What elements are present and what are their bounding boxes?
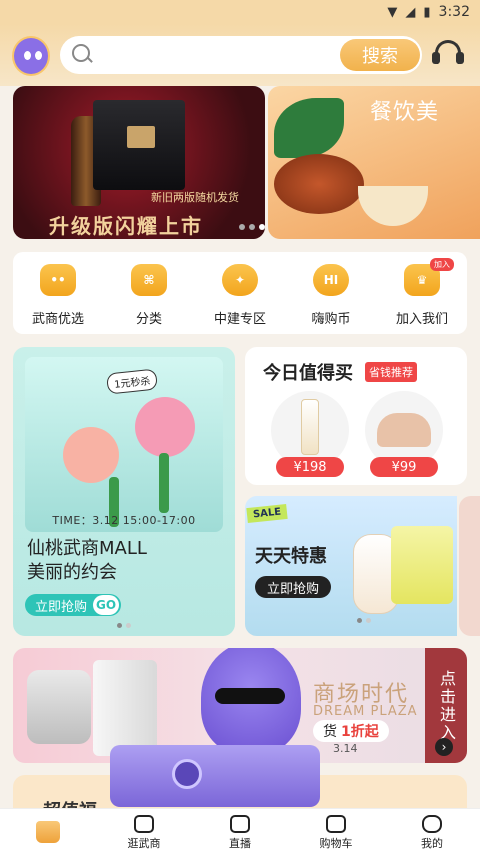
new-badge: 加入 — [430, 258, 454, 271]
signal-icon: ◢ — [405, 4, 416, 20]
kettle-image — [93, 660, 157, 756]
event-date: 3.14 — [333, 742, 358, 755]
category-nav: •• 武商优选 ⌘ 分类 ✦ 中建专区 HI 嗨购币 ♛ 加入 加入我们 — [13, 252, 467, 334]
card-pagination — [117, 623, 131, 628]
go-badge: GO — [93, 595, 120, 615]
coin-bag-icon: HI — [313, 264, 349, 296]
sale-time: TIME：3.12 15:00-17:00 — [52, 514, 196, 527]
price-tag: ¥198 — [276, 457, 344, 477]
shopping-bag-icon — [134, 815, 154, 833]
boombox-image — [110, 745, 320, 807]
status-bar: ▼ ◢ ▮ 3:32 — [0, 0, 480, 24]
tab-label: 直播 — [229, 837, 251, 850]
bottom-tab-bar: 逛武商 直播 购物车 我的 — [0, 808, 480, 854]
search-button[interactable]: 搜索 — [340, 39, 420, 71]
nav-label: 分类 — [135, 312, 162, 327]
header: 搜索 — [0, 24, 480, 86]
nav-label: 武商优选 — [31, 312, 84, 327]
search-icon — [72, 44, 90, 62]
nav-label: 嗨购币 — [311, 312, 351, 327]
tab-cart[interactable]: 购物车 — [288, 809, 384, 854]
live-video-icon — [230, 815, 250, 833]
nav-item-coin[interactable]: HI 嗨购币 — [291, 264, 371, 328]
sunglasses-image — [215, 688, 285, 704]
buy-now-label: 立即抢购 — [35, 599, 88, 615]
cart-icon — [326, 815, 346, 833]
flower-illustration: 1元秒杀 — [25, 357, 223, 532]
banner2-text: 餐饮美 — [370, 100, 440, 125]
product-serum[interactable]: ¥198 — [271, 391, 349, 477]
tab-profile[interactable]: 我的 — [384, 809, 480, 854]
mascot-avatar-icon[interactable] — [12, 36, 50, 76]
dream-plaza-text: DREAM PLAZA — [313, 704, 418, 719]
tissue-pack-image — [391, 526, 453, 604]
promo-title-line1: 仙桃武商MALL — [27, 538, 147, 559]
hero-banner[interactable]: 新旧两版随机发货 升级版闪耀上市 — [13, 86, 265, 239]
nav-item-wushang-select[interactable]: •• 武商优选 — [18, 264, 98, 328]
profile-face-icon — [422, 815, 442, 833]
banner-pagination — [239, 224, 265, 230]
gift-box-image — [93, 100, 185, 190]
promo-title: 仙桃武商MALL 美丽的约会 — [27, 537, 147, 585]
promo-title-line2: 美丽的约会 — [27, 562, 117, 583]
battery-icon: ▮ — [423, 4, 431, 20]
nav-item-category[interactable]: ⌘ 分类 — [109, 264, 189, 328]
tab-label: 购物车 — [319, 837, 353, 850]
day-deal-buy-button[interactable]: 立即抢购 — [255, 576, 332, 598]
search-bar[interactable]: 搜索 — [60, 36, 422, 74]
banner-slogan: 升级版闪耀上市 — [49, 214, 203, 238]
toaster-image — [27, 670, 91, 744]
flash-sale-sign: 1元秒杀 — [106, 368, 159, 395]
nav-label: 中建专区 — [213, 312, 266, 327]
status-time: 3:32 — [438, 4, 470, 20]
crab-image — [274, 154, 364, 214]
hero-banner-next[interactable]: 餐饮美 — [268, 86, 480, 239]
customer-service-icon[interactable] — [432, 38, 464, 70]
day-deal-card[interactable]: SALE 天天特惠 立即抢购 — [245, 496, 457, 636]
daily-tag: 省钱推荐 — [365, 362, 417, 382]
tab-live[interactable]: 直播 — [192, 809, 288, 854]
buy-now-button[interactable]: 立即抢购 GO — [25, 594, 122, 616]
tab-browse[interactable]: 逛武商 — [96, 809, 192, 854]
nav-label: 加入我们 — [395, 312, 448, 327]
home-icon — [36, 821, 60, 843]
tab-label: 我的 — [421, 837, 443, 850]
product-bra[interactable]: ¥99 — [365, 391, 443, 477]
discount-value: 1折起 — [341, 724, 379, 740]
leaf-image — [274, 98, 344, 158]
chevron-right-icon[interactable]: › — [435, 738, 453, 756]
zhongjian-badge-icon: ✦ — [222, 264, 258, 296]
sale-badge: SALE — [246, 503, 288, 524]
nav-item-join-us[interactable]: ♛ 加入 加入我们 — [382, 258, 462, 328]
soup-bowl-image — [358, 186, 428, 226]
card-pagination — [357, 618, 371, 623]
discount-pill: 货 1折起 — [313, 720, 389, 742]
category-ticket-icon: ⌘ — [131, 264, 167, 296]
next-card-peek[interactable] — [459, 496, 480, 636]
discount-prefix: 货 — [323, 724, 337, 740]
day-deal-title: 天天特惠 — [255, 546, 327, 567]
flash-sale-card[interactable]: 1元秒杀 TIME：3.12 15:00-17:00 仙桃武商MALL 美丽的约… — [13, 347, 235, 636]
daily-title: 今日值得买 — [263, 363, 353, 384]
mascot-face-icon: •• — [40, 264, 76, 296]
tab-home[interactable] — [0, 809, 96, 854]
wifi-icon: ▼ — [387, 4, 398, 20]
price-tag: ¥99 — [370, 457, 438, 477]
tab-label: 逛武商 — [127, 837, 161, 850]
nav-item-zhongjian[interactable]: ✦ 中建专区 — [200, 264, 280, 328]
banner-tagline: 新旧两版随机发货 — [151, 191, 239, 204]
daily-deals-card[interactable]: 今日值得买 省钱推荐 ¥198 ¥99 — [245, 347, 467, 485]
